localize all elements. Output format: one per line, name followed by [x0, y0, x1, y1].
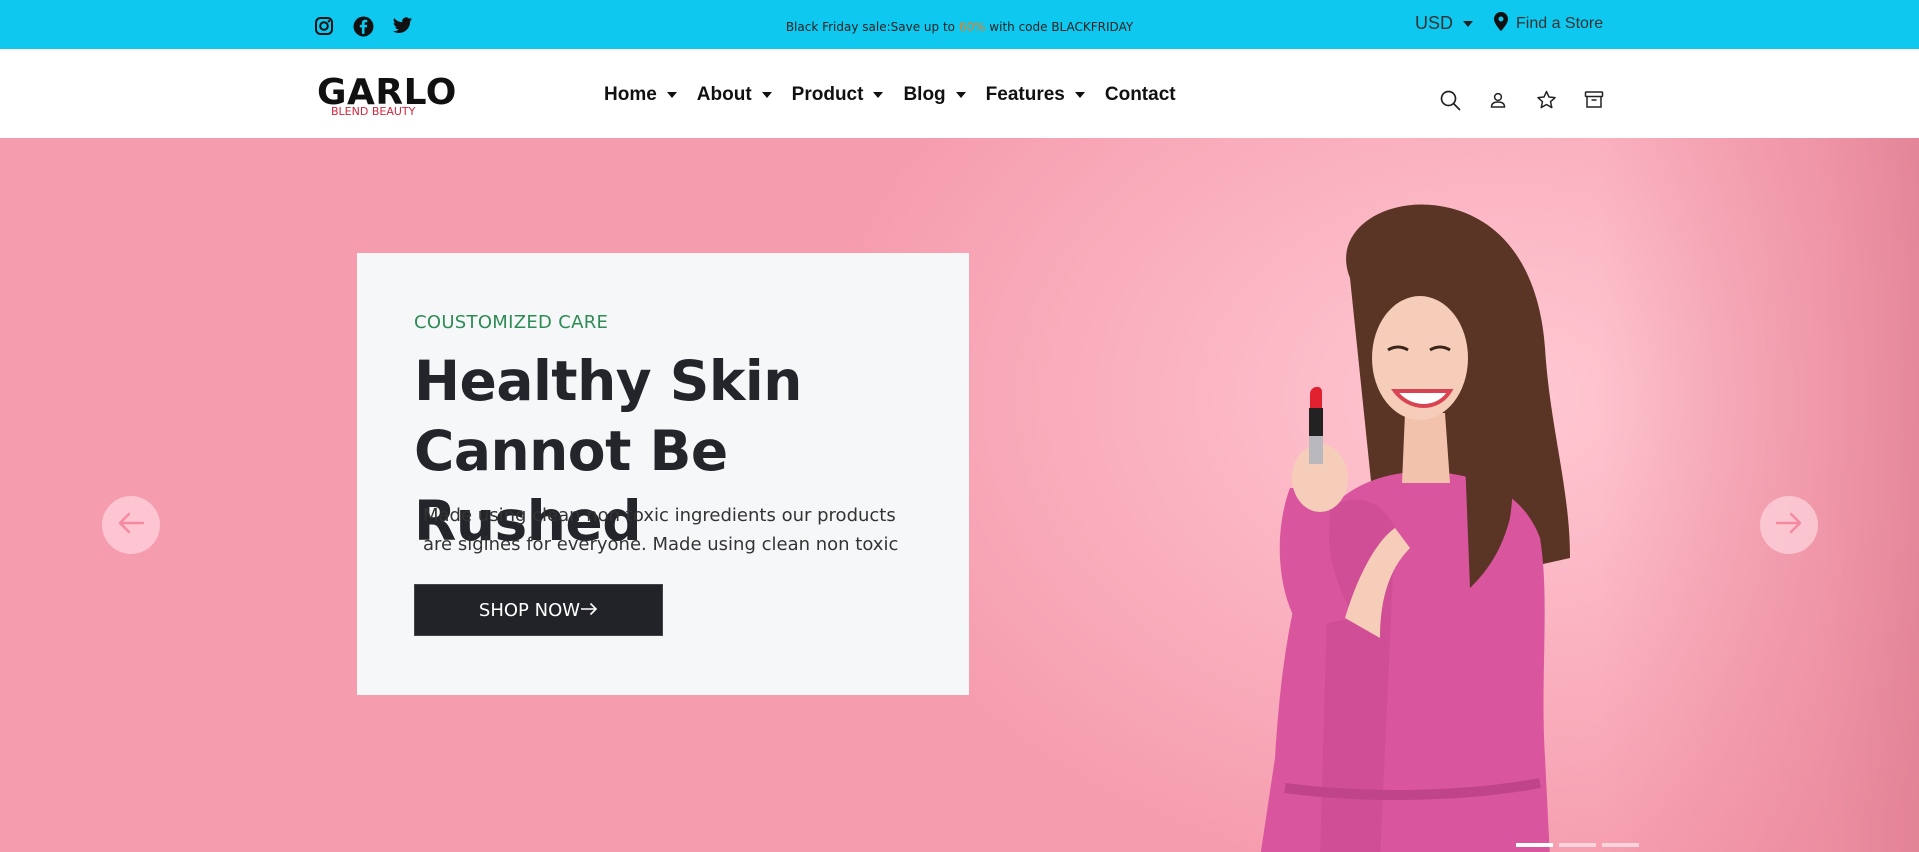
arrow-left-icon — [117, 512, 145, 539]
slider-pagination — [1516, 843, 1639, 847]
header-actions — [1438, 88, 1606, 112]
logo-subtext: BLEND BEAUTY — [331, 105, 416, 118]
search-icon[interactable] — [1438, 88, 1462, 112]
nav-item-contact[interactable]: Contact — [1105, 84, 1176, 106]
promo-text: Black Friday sale:Save up to — [785, 20, 959, 34]
promo-code-text: with code BLACKFRIDAY — [985, 20, 1134, 34]
hero-content-card: COUSTOMIZED CARE Healthy Skin Cannot Be … — [357, 253, 969, 695]
promo-banner: Black Friday sale:Save up to 60% with co… — [0, 20, 1919, 34]
nav-label: Features — [985, 84, 1065, 105]
nav-label: About — [696, 84, 752, 105]
shop-now-label: SHOP NOW — [478, 599, 581, 621]
top-bar: Black Friday sale:Save up to 60% with co… — [0, 0, 1919, 49]
shop-now-button[interactable]: SHOP NOW — [414, 584, 663, 636]
main-header: GARLO BLEND BEAUTY Home About Product Bl… — [0, 49, 1919, 138]
hero-slider: COUSTOMIZED CARE Healthy Skin Cannot Be … — [0, 138, 1919, 852]
nav-label: Home — [604, 84, 657, 105]
chevron-down-icon — [1463, 20, 1474, 27]
chevron-down-icon — [1074, 92, 1085, 98]
arrow-right-icon — [1775, 512, 1803, 539]
hero-description: Made using clean non toxic ingredients o… — [423, 505, 899, 555]
promo-discount: 60% — [958, 20, 986, 34]
nav-item-about[interactable]: About — [697, 84, 772, 106]
slider-dot[interactable] — [1516, 843, 1553, 847]
main-nav: Home About Product Blog Features Contact — [604, 84, 1176, 106]
nav-label: Product — [791, 84, 864, 105]
nav-item-blog[interactable]: Blog — [903, 84, 966, 106]
slider-dot[interactable] — [1602, 843, 1639, 847]
currency-selector[interactable]: USD — [1415, 13, 1474, 34]
slider-dot[interactable] — [1559, 843, 1596, 847]
map-pin-icon — [1494, 12, 1508, 36]
chevron-down-icon — [955, 92, 966, 98]
chevron-down-icon — [761, 92, 772, 98]
nav-item-home[interactable]: Home — [604, 84, 677, 106]
slider-prev-button[interactable] — [102, 496, 160, 554]
hero-model-image — [1260, 204, 1570, 852]
nav-item-features[interactable]: Features — [986, 84, 1085, 106]
archive-icon[interactable] — [1582, 88, 1606, 112]
arrow-right-icon — [580, 600, 598, 621]
user-icon[interactable] — [1486, 88, 1510, 112]
hero-eyebrow: COUSTOMIZED CARE — [414, 312, 609, 333]
find-store-label: Find a Store — [1516, 15, 1604, 32]
nav-item-product[interactable]: Product — [792, 84, 884, 106]
chevron-down-icon — [873, 92, 884, 98]
nav-label: Blog — [903, 84, 946, 105]
slider-next-button[interactable] — [1760, 496, 1818, 554]
currency-label: USD — [1415, 13, 1454, 33]
chevron-down-icon — [666, 92, 677, 98]
star-icon[interactable] — [1534, 88, 1558, 112]
nav-label: Contact — [1104, 84, 1176, 105]
site-logo[interactable]: GARLO BLEND BEAUTY — [317, 75, 457, 119]
hero-background-shade — [1600, 138, 1919, 852]
find-store-link[interactable]: Find a Store — [1494, 12, 1603, 36]
